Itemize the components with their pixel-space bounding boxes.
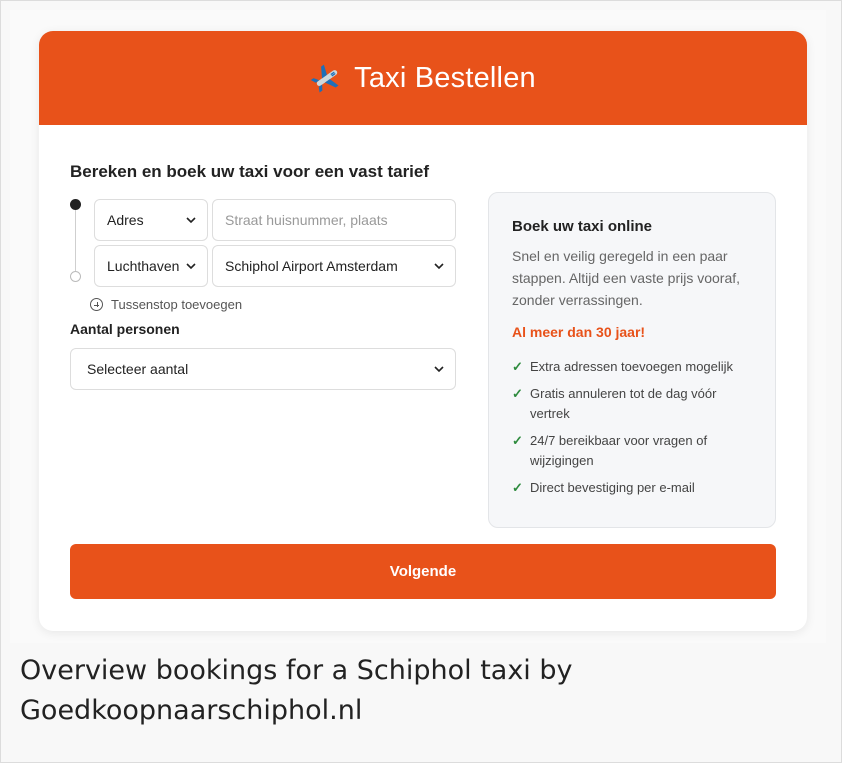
feature-item: ✓ Gratis annuleren tot de dag vóór vertr… [512,384,752,424]
dropoff-type-value: Luchthaven [107,258,180,274]
info-title: Boek uw taxi online [512,218,653,235]
feature-list: ✓ Extra adressen toevoegen mogelijk ✓ Gr… [512,357,752,498]
plus-circle-icon [90,298,103,311]
feature-item: ✓ Extra adressen toevoegen mogelijk [512,357,752,377]
feature-item: ✓ 24/7 bereikbaar voor vragen of wijzigi… [512,431,752,471]
info-highlight: Al meer dan 30 jaar! [512,324,646,340]
card-header: Taxi Bestellen [39,31,807,125]
feature-item: ✓ Direct bevestiging per e-mail [512,478,752,498]
feature-text: Gratis annuleren tot de dag vóór vertrek [530,386,717,421]
page-frame: Taxi Bestellen Bereken en boek uw taxi v… [0,0,842,763]
pickup-type-value: Adres [107,212,144,228]
check-icon: ✓ [512,386,523,401]
airplane-icon [310,64,339,93]
pickup-address-input[interactable]: Straat huisnummer, plaats [212,199,456,241]
chevron-down-icon [434,366,444,373]
route-start-dot [70,199,81,210]
info-text: Snel en veilig geregeld in een paar stap… [512,248,741,308]
chevron-down-icon [186,263,196,270]
persons-value: Selecteer aantal [87,361,189,377]
dropoff-location-value: Schiphol Airport Amsterdam [225,258,398,274]
pickup-address-placeholder: Straat huisnummer, plaats [225,212,388,228]
feature-text: Direct bevestiging per e-mail [530,480,695,495]
persons-select[interactable]: Selecteer aantal [70,348,456,390]
pickup-type-select[interactable]: Adres [94,199,208,241]
chevron-down-icon [434,263,444,270]
add-stopover-link[interactable]: Tussenstop toevoegen [90,297,242,312]
persons-label: Aantal personen [70,321,180,337]
info-panel: Boek uw taxi online Snel en veilig gereg… [488,192,776,528]
next-button[interactable]: Volgende [70,544,776,599]
feature-text: 24/7 bereikbaar voor vragen of wijziging… [530,433,708,468]
chevron-down-icon [186,217,196,224]
form-section-title: Bereken en boek uw taxi voor een vast ta… [70,162,430,181]
route-line [75,208,76,278]
check-icon: ✓ [512,433,523,448]
screenshot-canvas: Taxi Bestellen Bereken en boek uw taxi v… [10,10,826,643]
add-stopover-label: Tussenstop toevoegen [111,297,243,312]
feature-text: Extra adressen toevoegen mogelijk [530,359,734,374]
dropoff-location-select[interactable]: Schiphol Airport Amsterdam [212,245,456,287]
dropoff-type-select[interactable]: Luchthaven [94,245,208,287]
check-icon: ✓ [512,480,523,495]
booking-card: Taxi Bestellen Bereken en boek uw taxi v… [39,31,807,631]
image-caption: Overview bookings for a Schiphol taxi by… [20,655,573,726]
route-end-dot [70,271,81,282]
check-icon: ✓ [512,359,523,374]
page-title: Taxi Bestellen [354,61,536,94]
